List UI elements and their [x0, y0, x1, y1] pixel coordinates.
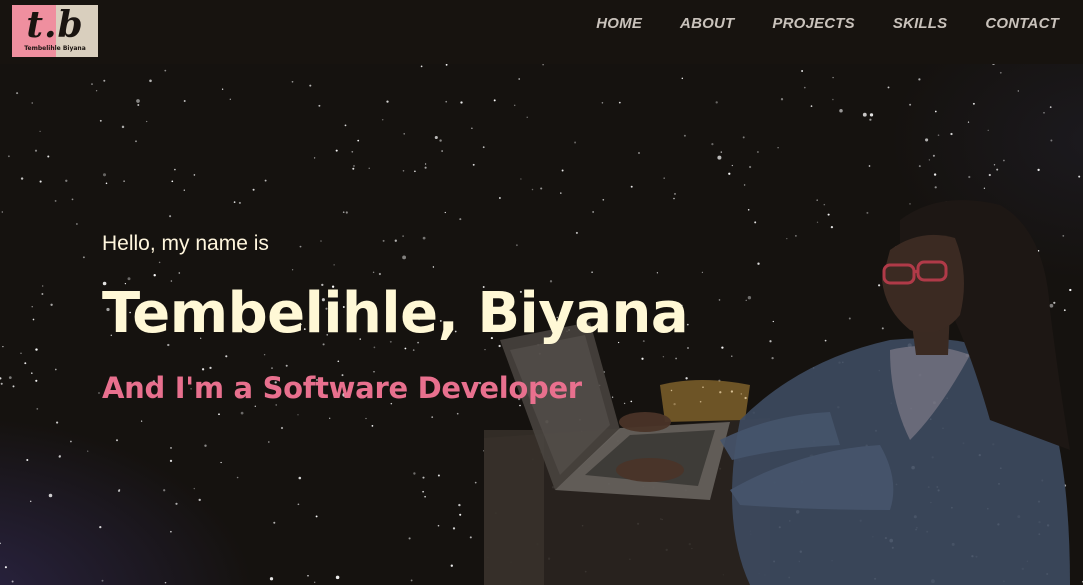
nav-link-skills[interactable]: SKILLS: [893, 15, 948, 32]
nav-link-projects[interactable]: PROJECTS: [772, 15, 854, 32]
hero-greeting: Hello, my name is: [102, 232, 269, 255]
logo-mark-text: t.b: [26, 4, 84, 46]
hero-name: Tembelihle, Biyana: [102, 281, 689, 346]
hero-page: t.b Tembelihle Biyana HOME ABOUT PROJECT…: [0, 0, 1083, 585]
nav-menu: HOME ABOUT PROJECTS SKILLS CONTACT: [558, 0, 1059, 46]
top-navbar: t.b Tembelihle Biyana HOME ABOUT PROJECT…: [0, 0, 1083, 64]
logo-name-text: Tembelihle Biyana: [24, 45, 86, 52]
nav-link-contact[interactable]: CONTACT: [985, 15, 1059, 32]
brand-logo[interactable]: t.b Tembelihle Biyana: [12, 4, 98, 57]
nav-link-home[interactable]: HOME: [596, 15, 642, 32]
nav-link-about[interactable]: ABOUT: [680, 15, 734, 32]
hero-role: And I'm a Software Developer: [102, 371, 582, 405]
hero-intro: Hello, my name is Tembelihle, Biyana And…: [102, 230, 689, 408]
